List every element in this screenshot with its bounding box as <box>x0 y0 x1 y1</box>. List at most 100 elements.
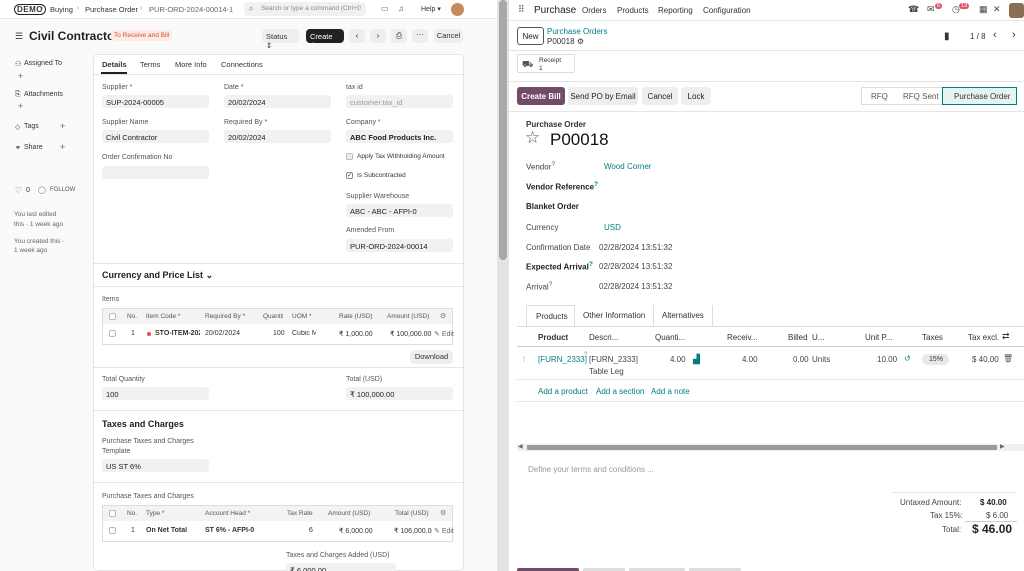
line-col-received[interactable]: Receiv... <box>727 333 758 342</box>
tax-row-type[interactable]: On Net Total <box>146 527 187 534</box>
tax-row-amount[interactable]: ₹ 6,000.00 <box>339 527 373 535</box>
required-by-field[interactable]: 20/02/2024 <box>224 130 331 143</box>
tab-other-info[interactable]: Other Information <box>583 311 645 320</box>
line-col-description[interactable]: Descri... <box>589 333 618 342</box>
optional-columns-icon[interactable]: ⇄ <box>1002 331 1010 342</box>
supplier-field[interactable]: SUP-2024-00005 <box>102 95 209 108</box>
tab-products[interactable]: Products <box>526 305 575 326</box>
apply-tax-checkbox[interactable] <box>346 153 353 160</box>
prev-doc-button[interactable]: ‹ <box>349 29 365 43</box>
currency-value[interactable]: USD <box>604 223 621 232</box>
row-required-by[interactable]: 20/02/2024 <box>205 330 240 337</box>
add-section-link[interactable]: Add a section <box>596 387 644 396</box>
menu-reporting[interactable]: Reporting <box>658 6 693 15</box>
column-settings-icon[interactable]: ⚙ <box>440 312 446 320</box>
tab-alternatives[interactable]: Alternatives <box>662 311 704 320</box>
line-product[interactable]: [FURN_2333] <box>538 355 587 364</box>
line-desc-2[interactable]: Table Leg <box>589 367 624 376</box>
tax-row-rate[interactable]: 6 <box>309 527 313 534</box>
gear-icon[interactable]: ⚙ <box>577 37 584 46</box>
line-qty[interactable]: 4.00 <box>670 355 686 364</box>
app-name[interactable]: Purchase <box>534 5 576 16</box>
tax-column-settings-icon[interactable]: ⚙ <box>440 509 446 517</box>
warehouse-field[interactable]: ABC - ABC - AFPI-0 <box>346 204 453 217</box>
messages-icon[interactable]: ✉ <box>927 4 935 15</box>
amended-field[interactable]: PUR-ORD-2024-00014 <box>346 239 453 252</box>
tab-terms[interactable]: Terms <box>140 60 160 69</box>
row-item-code[interactable]: STO-ITEM-2024-00002 <box>155 330 200 337</box>
stage-rfq[interactable]: RFQ <box>871 92 888 101</box>
taxid-field[interactable]: customer.tax_id <box>346 95 453 108</box>
heart-icon[interactable]: ♡ <box>15 186 22 195</box>
line-col-uom[interactable]: U... <box>812 333 824 342</box>
line-desc-1[interactable]: [FURN_2333] <box>589 355 638 364</box>
line-col-billed[interactable]: Billed <box>788 333 808 342</box>
breadcrumb-purchase-orders[interactable]: Purchase Orders <box>547 27 607 36</box>
tax-badge[interactable]: 15% <box>922 354 950 365</box>
add-note-link[interactable]: Add a note <box>651 387 690 396</box>
tools-icon[interactable]: ✕ <box>993 4 1001 15</box>
send-po-button[interactable]: Send PO by Email <box>568 87 638 105</box>
add-share-icon[interactable]: + <box>60 142 65 152</box>
next-doc-button[interactable]: › <box>370 29 386 43</box>
star-icon[interactable]: ☆ <box>525 128 540 148</box>
line-col-taxes[interactable]: Taxes <box>922 333 943 342</box>
add-attachment-icon[interactable]: + <box>18 101 23 111</box>
add-assign-icon[interactable]: + <box>18 71 23 81</box>
breadcrumb-buying[interactable]: Buying <box>50 5 73 14</box>
scrollbar-thumb[interactable] <box>499 0 507 260</box>
phone-icon[interactable]: ☎ <box>908 4 919 15</box>
company-field[interactable]: ABC Food Products Inc. <box>346 130 453 143</box>
line-received[interactable]: 4.00 <box>742 355 758 364</box>
comment-icon[interactable]: ◯ <box>38 186 46 194</box>
pager-prev-icon[interactable]: ‹ <box>993 29 997 41</box>
breadcrumb-purchase-order[interactable]: Purchase Order <box>85 5 138 14</box>
lines-hscrollbar-thumb[interactable] <box>527 445 997 450</box>
tax-select-all-checkbox[interactable] <box>109 510 116 517</box>
receipt-smart-button[interactable]: ⛟ Receipt 1 <box>517 54 575 73</box>
tax-template-field[interactable]: US ST 6% <box>102 459 209 472</box>
help-menu[interactable]: Help ▾ <box>421 5 441 13</box>
row-amount[interactable]: ₹ 100,000.00 <box>390 330 432 338</box>
apps-grid-icon[interactable]: ⠿ <box>518 4 525 15</box>
tax-row-head[interactable]: ST 6% - AFPI-0 <box>205 527 254 534</box>
pager-next-icon[interactable]: › <box>1012 29 1016 41</box>
line-uom[interactable]: Units <box>812 355 830 364</box>
status-dropdown[interactable]: Status ⇕ <box>262 29 299 50</box>
stage-rfq-sent[interactable]: RFQ Sent <box>903 92 939 101</box>
line-col-product[interactable]: Product <box>538 333 568 342</box>
row-rate[interactable]: ₹ 1,000.00 <box>339 330 373 338</box>
download-button[interactable]: Download <box>410 350 453 364</box>
history-icon[interactable]: ↺ <box>904 354 911 363</box>
line-col-tax-excl[interactable]: Tax excl. <box>968 333 999 342</box>
chat-icon[interactable]: ▭ <box>381 4 389 13</box>
confirmation-value[interactable]: 02/28/2024 13:51:32 <box>599 243 672 252</box>
user-avatar-odoo[interactable] <box>1009 3 1024 18</box>
pager[interactable]: 1 / 8 <box>970 32 986 41</box>
line-col-unit-price[interactable]: Unit P... <box>865 333 892 342</box>
attachment-icon[interactable]: ▮ <box>944 31 950 42</box>
tab-details[interactable]: Details <box>102 60 127 69</box>
row-uom[interactable]: Cubic Meter <box>292 330 316 337</box>
add-tag-icon[interactable]: + <box>60 121 65 131</box>
create-button[interactable]: Create ⇕ <box>306 29 344 50</box>
print-button[interactable]: ⎙ <box>391 29 407 43</box>
menu-products[interactable]: Products <box>617 6 649 15</box>
tab-connections[interactable]: Connections <box>221 60 263 69</box>
line-col-quantity[interactable]: Quanti... <box>655 333 685 342</box>
arrival-value[interactable]: 02/28/2024 13:51:32 <box>599 282 672 291</box>
tax-row-checkbox[interactable] <box>109 527 116 534</box>
global-search[interactable]: ⌕ Search or type a command (Ctrl+G) <box>244 2 366 16</box>
menu-orders[interactable]: Orders <box>582 6 606 15</box>
scroll-left-icon[interactable]: ◀ <box>518 443 523 450</box>
menu-configuration[interactable]: Configuration <box>703 6 751 15</box>
create-bill-button[interactable]: Create Bill <box>517 87 565 105</box>
delete-line-icon[interactable]: 🗑 <box>1003 354 1013 363</box>
row-edit-link[interactable]: ✎ Edit <box>434 330 454 338</box>
expected-value[interactable]: 02/28/2024 13:51:32 <box>599 262 672 271</box>
new-button[interactable]: New <box>517 27 544 45</box>
cancel-doc-button[interactable]: Cancel <box>434 29 463 43</box>
cancel-button[interactable]: Cancel <box>642 87 678 105</box>
lock-button[interactable]: Lock <box>681 87 711 105</box>
bell-icon[interactable]: ♫ <box>398 4 404 13</box>
